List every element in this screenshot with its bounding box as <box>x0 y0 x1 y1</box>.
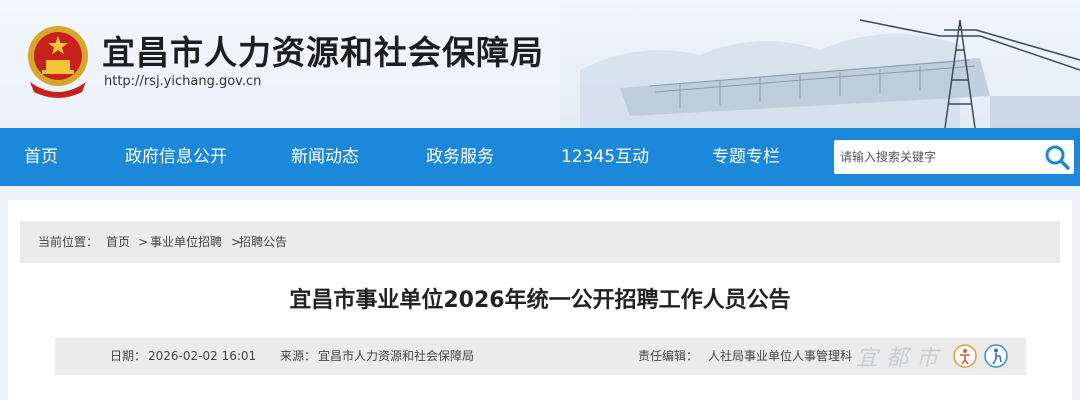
national-emblem-icon <box>28 26 88 98</box>
site-title: 宜昌市人力资源和社会保障局 <box>102 33 544 72</box>
nav-item-12345[interactable]: 12345互动 <box>561 128 649 186</box>
source-label: 来源： <box>280 349 317 363</box>
article-title: 宜昌市事业单位2026年统一公开招聘工作人员公告 <box>289 288 791 313</box>
content-panel: 当前位置： 首页 > 事业单位招聘 > 招聘公告 宜昌市事业单位2026年统一公… <box>8 200 1072 400</box>
breadcrumb-recruitment[interactable]: 事业单位招聘 <box>150 221 222 263</box>
article-source: 宜昌市人力资源和社会保障局 <box>318 349 475 363</box>
breadcrumb-announcement[interactable]: 招聘公告 <box>239 221 287 263</box>
elder-mode-icon[interactable] <box>984 344 1008 368</box>
dam-scenery-illustration <box>560 0 1080 128</box>
nav-item-services[interactable]: 政务服务 <box>426 128 494 186</box>
nav-item-topics[interactable]: 专题专栏 <box>712 128 780 186</box>
article-editor: 人社局事业单位人事管理科 <box>708 349 853 363</box>
site-header: 宜昌市人力资源和社会保障局 http://rsj.yichang.gov.cn <box>0 0 1080 128</box>
date-label: 日期： <box>110 349 147 363</box>
watermark: 宜都市 <box>856 346 947 371</box>
editor-label: 责任编辑： <box>638 349 699 363</box>
accessibility-icon[interactable] <box>953 344 977 368</box>
breadcrumb-prefix: 当前位置： <box>38 235 99 249</box>
nav-item-home[interactable]: 首页 <box>24 128 58 186</box>
nav-item-gov-info[interactable]: 政府信息公开 <box>125 128 227 186</box>
breadcrumb-separator: > <box>138 235 149 249</box>
site-url: http://rsj.yichang.gov.cn <box>104 74 262 89</box>
search-icon[interactable] <box>1042 142 1072 172</box>
search-input[interactable] <box>834 140 1039 174</box>
breadcrumb-home[interactable]: 首页 <box>106 221 130 263</box>
breadcrumb: 当前位置： 首页 > 事业单位招聘 > 招聘公告 <box>20 221 1060 263</box>
nav-item-news[interactable]: 新闻动态 <box>291 128 359 186</box>
search-box <box>834 140 1074 174</box>
publish-date: 2026-02-02 16:01 <box>148 349 257 363</box>
